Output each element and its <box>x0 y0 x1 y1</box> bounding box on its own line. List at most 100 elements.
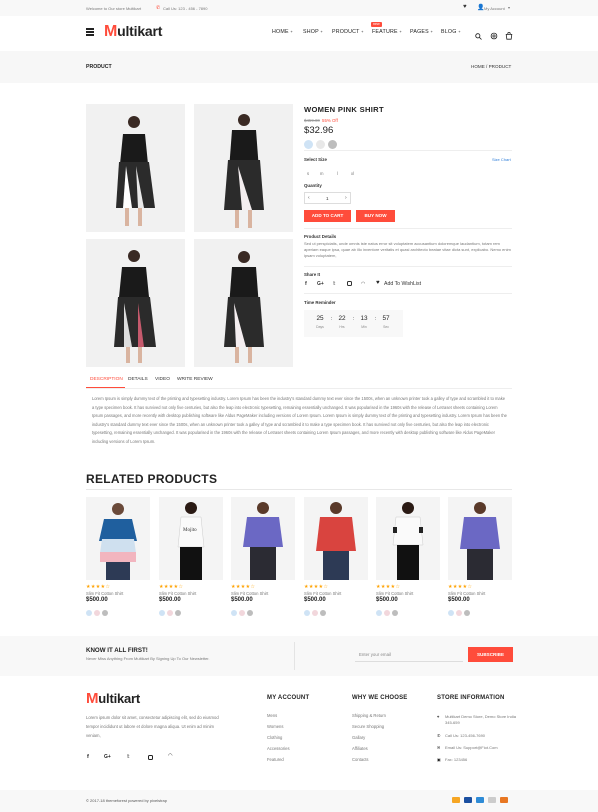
instagram-icon[interactable] <box>148 755 153 760</box>
quantity-stepper: ‹ 1 › <box>304 192 351 204</box>
product-card[interactable]: Mojito ★★★★☆ Slim Fit Cotton Shirt $500.… <box>159 497 223 621</box>
discover-icon <box>500 797 508 803</box>
buy-now-button[interactable]: BUY NOW <box>356 210 395 222</box>
twitter-icon[interactable]: 𝕥 <box>333 281 335 287</box>
color-swatch-blue[interactable] <box>448 610 454 616</box>
google-plus-icon[interactable]: G+ <box>104 754 111 760</box>
size-option-xl[interactable]: xl <box>351 171 354 176</box>
gear-icon[interactable] <box>490 27 498 40</box>
nav-feature[interactable]: FEATURE + <box>372 29 402 35</box>
size-option-m[interactable]: m <box>320 171 324 176</box>
footer-link-mens[interactable]: Mens <box>267 713 290 724</box>
color-swatch-pink[interactable] <box>94 610 100 616</box>
add-to-cart-button[interactable]: ADD TO CART <box>304 210 351 222</box>
nav-pages[interactable]: PAGES + <box>410 29 433 35</box>
chevron-left-icon[interactable]: ‹ <box>308 195 310 201</box>
store-email[interactable]: Email Us: Support@Fiot.Com <box>445 745 498 750</box>
nav-blog[interactable]: BLOG + <box>441 29 461 35</box>
chevron-right-icon[interactable]: › <box>345 195 347 201</box>
color-swatch-grey[interactable] <box>392 610 398 616</box>
footer-link-affiliates[interactable]: Affiliates <box>352 746 386 757</box>
product-image-3[interactable] <box>86 239 185 367</box>
product-card[interactable]: ★★★★☆ Slim Fit Cotton Shirt $500.00 <box>376 497 440 621</box>
my-account-link[interactable]: My Account <box>484 6 505 11</box>
product-image-1[interactable] <box>86 104 185 232</box>
color-swatch-blue[interactable] <box>304 140 313 149</box>
wishlist-link[interactable]: Add To WishList <box>384 281 421 287</box>
logo[interactable]: Multikart <box>104 23 162 41</box>
nav-home[interactable]: HOME + <box>272 29 293 35</box>
google-plus-icon[interactable]: G+ <box>317 281 324 287</box>
footer-link-accessories[interactable]: Accessories <box>267 746 290 757</box>
footer-link-featured[interactable]: Featured <box>267 757 290 768</box>
product-card-title[interactable]: Slim Fit Cotton Shirt <box>231 591 295 596</box>
footer-link-shipping[interactable]: Shipping & Return <box>352 713 386 724</box>
color-swatch-grey[interactable] <box>247 610 253 616</box>
cart-icon[interactable] <box>505 27 513 40</box>
color-swatch-grey[interactable] <box>320 610 326 616</box>
color-swatch-light[interactable] <box>316 140 325 149</box>
color-swatch-grey[interactable] <box>328 140 337 149</box>
color-swatch-pink[interactable] <box>384 610 390 616</box>
product-card-title[interactable]: Slim Fit Cotton Shirt <box>304 591 368 596</box>
color-swatch-blue[interactable] <box>86 610 92 616</box>
rss-icon[interactable]: ◠ <box>361 281 365 287</box>
tab-details[interactable]: DETAILS <box>128 377 148 382</box>
tab-video[interactable]: VIDEO <box>155 377 170 382</box>
color-swatch-pink[interactable] <box>239 610 245 616</box>
color-swatch-grey[interactable] <box>464 610 470 616</box>
product-card-image[interactable] <box>376 497 440 580</box>
twitter-icon[interactable]: 𝕥 <box>127 754 130 760</box>
color-options <box>304 603 368 621</box>
footer-link-clothing[interactable]: Clothing <box>267 735 290 746</box>
product-image-2[interactable] <box>194 104 293 232</box>
color-swatch-blue[interactable] <box>304 610 310 616</box>
product-card-image[interactable]: Mojito <box>159 497 223 580</box>
email-input[interactable]: Enter your email <box>355 647 463 662</box>
color-swatch-pink[interactable] <box>312 610 318 616</box>
product-card-title[interactable]: Slim Fit Cotton Shirt <box>86 591 150 596</box>
quantity-input[interactable]: 1 <box>326 196 329 201</box>
product-card-image[interactable] <box>231 497 295 580</box>
size-option-s[interactable]: s <box>307 171 309 176</box>
nav-shop[interactable]: SHOP + <box>303 29 323 35</box>
product-card-title[interactable]: Slim Fit Cotton Shirt <box>376 591 440 596</box>
product-card-image[interactable] <box>304 497 368 580</box>
product-card-image[interactable] <box>448 497 512 580</box>
product-card[interactable]: ★★★★☆ Slim Fit Cotton Shirt $500.00 <box>304 497 368 621</box>
facebook-icon[interactable]: f <box>87 754 89 760</box>
facebook-icon[interactable]: f <box>305 281 307 287</box>
subscribe-button[interactable]: SUBSCRIBE <box>468 647 513 662</box>
color-swatch-pink[interactable] <box>456 610 462 616</box>
color-swatch-pink[interactable] <box>167 610 173 616</box>
color-swatch-grey[interactable] <box>102 610 108 616</box>
product-card[interactable]: ★★★★☆ Slim Fit Cotton Shirt $500.00 <box>448 497 512 621</box>
nav-product[interactable]: PRODUCT + <box>332 29 364 35</box>
product-card[interactable]: ★★★★☆ Slim Fit Cotton Shirt $500.00 <box>231 497 295 621</box>
footer-link-secure[interactable]: Secure Shopping <box>352 724 386 735</box>
tab-description[interactable]: DESCRIPTION <box>90 377 123 382</box>
instagram-icon[interactable] <box>347 281 352 286</box>
heart-icon[interactable]: ♥ <box>376 280 380 286</box>
color-swatch-blue[interactable] <box>376 610 382 616</box>
product-card-title[interactable]: Slim Fit Cotton Shirt <box>448 591 512 596</box>
footer-link-womens[interactable]: Womens <box>267 724 290 735</box>
product-card[interactable]: ★★★★☆ Slim Fit Cotton Shirt $500.00 <box>86 497 150 621</box>
product-image-4[interactable] <box>194 239 293 367</box>
size-chart-link[interactable]: Size Chart <box>492 157 511 162</box>
heart-icon[interactable]: ♥ <box>463 4 467 10</box>
color-swatch-blue[interactable] <box>159 610 165 616</box>
hamburger-menu-icon[interactable] <box>86 28 94 36</box>
product-card-image[interactable] <box>86 497 150 580</box>
color-swatch-blue[interactable] <box>231 610 237 616</box>
footer-link-contacts[interactable]: Contacts <box>352 757 386 768</box>
product-card-title[interactable]: Slim Fit Cotton Shirt <box>159 591 223 596</box>
rss-icon[interactable]: ◠ <box>168 753 173 759</box>
footer-logo[interactable]: Multikart <box>86 690 140 707</box>
breadcrumb[interactable]: HOME / PRODUCT <box>471 64 511 69</box>
footer-link-gallary[interactable]: Gallary <box>352 735 386 746</box>
search-icon[interactable] <box>475 27 482 40</box>
tab-write-review[interactable]: WRITE REVIEW <box>177 377 213 382</box>
size-option-l[interactable]: l <box>337 171 338 176</box>
color-swatch-grey[interactable] <box>175 610 181 616</box>
